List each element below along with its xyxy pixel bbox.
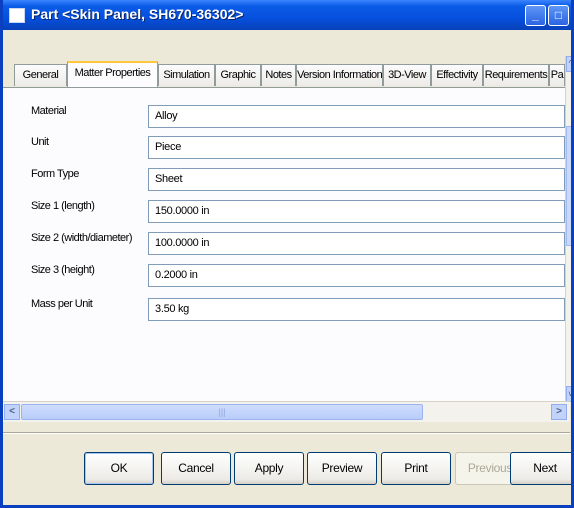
divider <box>3 432 570 434</box>
matter-properties-panel: Material Alloy Unit Piece Form Type Shee… <box>3 87 570 402</box>
tab-simulation[interactable]: Simulation <box>158 64 215 86</box>
property-row: Unit Piece <box>3 136 570 162</box>
size-2-label: Size 2 (width/diameter) <box>31 232 133 244</box>
next-button[interactable]: Next <box>510 452 571 485</box>
window-title: Part <Skin Panel, SH670-36302> <box>31 6 244 22</box>
scroll-down-icon[interactable]: v <box>566 386 571 402</box>
horizontal-scrollbar[interactable]: < ||| > <box>3 401 570 422</box>
property-row: Size 3 (height) 0.2000 in <box>3 264 570 290</box>
size-3-label: Size 3 (height) <box>31 264 95 276</box>
tab-3d-view[interactable]: 3D-View <box>383 64 431 86</box>
unit-label: Unit <box>31 136 49 148</box>
window-icon <box>9 8 25 23</box>
preview-button[interactable]: Preview <box>307 452 377 485</box>
size-2-field[interactable]: 100.0000 in <box>148 232 565 255</box>
property-row: Size 1 (length) 150.0000 in <box>3 200 570 226</box>
mass-per-unit-label: Mass per Unit <box>31 298 93 310</box>
vertical-scroll-thumb[interactable] <box>566 126 571 246</box>
cancel-button[interactable]: Cancel <box>161 452 231 485</box>
form-type-field[interactable]: Sheet <box>148 168 565 191</box>
size-1-field[interactable]: 150.0000 in <box>148 200 565 223</box>
horizontal-scroll-thumb[interactable]: ||| <box>21 404 423 420</box>
mass-per-unit-field[interactable]: 3.50 kg <box>148 298 565 321</box>
size-3-field[interactable]: 0.2000 in <box>148 264 565 287</box>
ok-button[interactable]: OK <box>84 452 154 485</box>
maximize-button[interactable]: □ <box>548 5 569 26</box>
property-row: Size 2 (width/diameter) 100.0000 in <box>3 232 570 258</box>
apply-button[interactable]: Apply <box>234 452 304 485</box>
tab-partial[interactable]: Pa <box>549 64 565 86</box>
property-row: Form Type Sheet <box>3 168 570 194</box>
minimize-button[interactable]: _ <box>525 5 546 26</box>
tab-matter-properties[interactable]: Matter Properties <box>67 61 158 87</box>
tab-effectivity[interactable]: Effectivity <box>431 64 483 86</box>
property-row: Mass per Unit 3.50 kg <box>3 298 570 324</box>
tab-general[interactable]: General <box>14 64 67 86</box>
material-label: Material <box>31 105 67 117</box>
scroll-right-icon[interactable]: > <box>551 404 567 420</box>
tab-notes[interactable]: Notes <box>261 64 296 86</box>
tab-graphic[interactable]: Graphic <box>215 64 261 86</box>
print-button[interactable]: Print <box>381 452 451 485</box>
vertical-scrollbar[interactable]: ^ v <box>565 56 571 404</box>
scroll-up-icon[interactable]: ^ <box>566 56 571 72</box>
title-bar[interactable]: Part <Skin Panel, SH670-36302> _ □ X <box>3 0 571 30</box>
size-1-label: Size 1 (length) <box>31 200 95 212</box>
unit-field[interactable]: Piece <box>148 136 565 159</box>
material-field[interactable]: Alloy <box>148 105 565 128</box>
tab-version-information[interactable]: Version Information <box>296 64 383 86</box>
form-type-label: Form Type <box>31 168 79 180</box>
scroll-left-icon[interactable]: < <box>4 404 20 420</box>
property-row: Material Alloy <box>3 105 570 131</box>
dialog-window: Part <Skin Panel, SH670-36302> _ □ X Gen… <box>0 0 574 508</box>
tab-requirements[interactable]: Requirements <box>483 64 549 86</box>
tab-strip: General Matter Properties Simulation Gra… <box>3 61 571 88</box>
